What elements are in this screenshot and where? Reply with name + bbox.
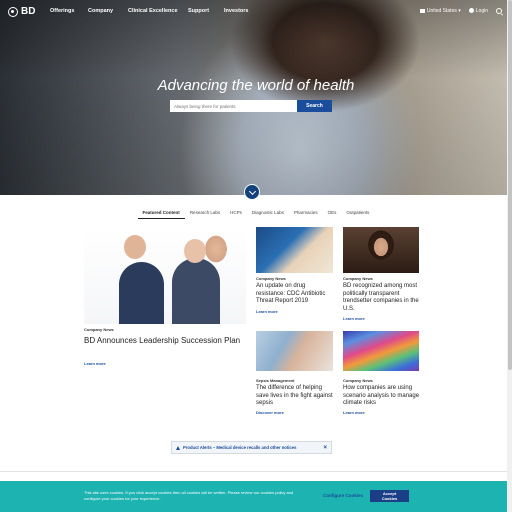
card-category: Company News [256,276,286,281]
card-learn-more[interactable]: Learn more [256,309,278,314]
leadership-photo[interactable] [84,227,246,324]
bd-logo-icon [8,6,18,17]
configure-cookies-link[interactable]: Configure Cookies [323,493,363,498]
tab-outpatients[interactable]: Outpatients [341,210,374,219]
scrollbar-thumb[interactable] [507,0,512,370]
nav-item-investors[interactable]: Investors [224,8,264,14]
card-category: Company News [343,276,373,281]
footer-divider [0,471,512,472]
tab-research-labs[interactable]: Research Labs [185,210,225,219]
hero-search: Search [170,100,332,112]
hero-title: Advancing the world of health [157,77,355,94]
card-category: Company News [84,327,114,332]
scroll-down-button[interactable] [244,184,260,200]
search-input[interactable] [170,100,297,112]
card-title[interactable]: BD Announces Leadership Succession Plan [84,336,244,346]
person-right-face [184,239,206,263]
card-title[interactable]: BD recognized among most politically tra… [343,283,423,313]
search-icon[interactable] [496,8,502,14]
nav-item-offerings[interactable]: Offerings [50,8,88,14]
lab-photo[interactable] [256,227,333,273]
card-title[interactable]: How companies are using scenario analysi… [343,385,423,408]
hero-banner [0,0,512,195]
flag-icon [419,8,425,13]
nav-utilities: United States ▾ Login [419,8,502,14]
tab-featured-content[interactable]: Featured Content [137,210,185,219]
warning-icon [176,445,180,450]
close-icon[interactable]: × [323,445,327,451]
nav-menu: Offerings Company Clinical Excellence Su… [50,8,264,14]
content-tabs: Featured Content Research Labs HCPs Diag… [0,210,512,219]
region-selector[interactable]: United States ▾ [419,8,461,14]
person-left-face [124,235,146,259]
tab-hcps[interactable]: HCPs [225,210,247,219]
person-left-suit [119,262,164,324]
card-category: Company News [343,378,373,383]
bd-logo[interactable]: BD [8,6,35,17]
person-right-suit [172,258,220,324]
hero-shade [0,0,512,195]
sepsis-photo[interactable] [256,331,333,371]
user-icon [468,8,474,14]
nav-item-company[interactable]: Company [88,8,128,14]
cookie-message: This site uses cookies. If you click acc… [84,490,294,501]
card-learn-more[interactable]: Learn more [343,410,365,415]
login-label: Login [475,8,488,14]
page-scrollbar[interactable] [507,0,512,512]
chevron-down-icon [248,187,256,195]
card-title[interactable]: The difference of helping save lives in … [256,385,336,408]
alert-text: Product Alerts – Medical device recalls … [183,445,297,450]
card-discover-more[interactable]: Discover more [256,410,284,415]
accept-cookies-button[interactable]: Accept Cookies [370,490,409,502]
card-learn-more[interactable]: Learn more [343,316,365,321]
climate-map-image[interactable] [343,331,419,371]
card-learn-more[interactable]: Learn more [84,361,106,366]
tab-diagnostic-labs[interactable]: Diagnostic Labs [247,210,289,219]
top-nav: BD Offerings Company Clinical Excellence… [0,0,512,22]
search-button[interactable]: Search [297,100,332,112]
logo-text: BD [21,6,36,17]
card-category: Sepsis Management [256,378,295,383]
nav-item-clinical-excellence[interactable]: Clinical Excellence [128,8,188,14]
executive-photo[interactable] [343,227,419,273]
login-link[interactable]: Login [468,8,488,14]
product-alert-banner[interactable]: Product Alerts – Medical device recalls … [171,441,332,454]
tab-pharmacies[interactable]: Pharmacies [289,210,323,219]
region-label: United States [426,8,457,14]
card-title[interactable]: An update on drug resistance: CDC Antibi… [256,283,336,306]
nav-item-support[interactable]: Support [188,8,224,14]
tab-oes[interactable]: OEs [323,210,342,219]
